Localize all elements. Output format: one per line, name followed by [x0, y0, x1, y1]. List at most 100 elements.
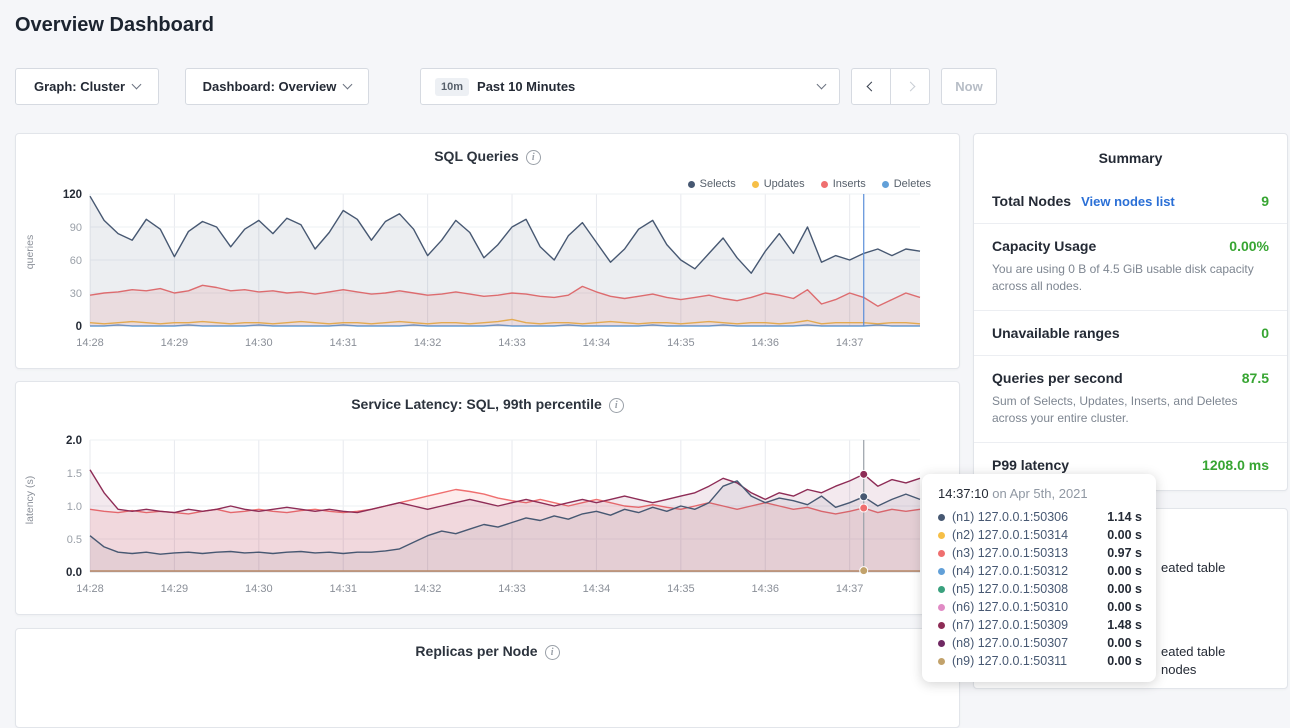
tooltip-node-row: (n1) 127.0.0.1:503061.14 s [938, 508, 1142, 526]
svg-text:2.0: 2.0 [66, 435, 82, 447]
node-dot-icon [938, 532, 945, 539]
tooltip-node-row: (n7) 127.0.0.1:50309 1.48 s [938, 616, 1142, 634]
chart-title: Replicas per Node i [16, 629, 959, 660]
svg-text:14:28: 14:28 [76, 337, 104, 349]
tooltip-node-row: (n4) 127.0.0.1:50312 0.00 s [938, 562, 1142, 580]
graph-dropdown-label: Graph: Cluster [34, 79, 125, 94]
svg-text:14:35: 14:35 [667, 337, 695, 349]
node-value: 0.00 s [1107, 582, 1142, 596]
node-dot-icon [938, 640, 945, 647]
sql-queries-chart[interactable]: 14:2814:2914:3014:3114:3214:3314:3414:35… [40, 184, 937, 360]
info-icon[interactable]: i [545, 645, 560, 660]
svg-text:14:32: 14:32 [414, 337, 442, 349]
tooltip-node-row: (n2) 127.0.0.1:503140.00 s [938, 526, 1142, 544]
chevron-down-icon [817, 80, 827, 90]
tooltip-time: 14:37:10 [938, 486, 989, 501]
node-label: (n8) 127.0.0.1:50307 [952, 636, 1068, 650]
time-back-button[interactable] [851, 68, 891, 105]
qps-subtext: Sum of Selects, Updates, Inserts, and De… [992, 393, 1269, 428]
svg-text:90: 90 [70, 222, 82, 234]
event-text-fragment: eated table [1161, 644, 1225, 659]
time-range-badge: 10m [435, 78, 469, 96]
svg-text:14:36: 14:36 [751, 583, 779, 595]
svg-text:14:30: 14:30 [245, 583, 273, 595]
node-label: (n6) 127.0.0.1:50310 [952, 600, 1068, 614]
service-latency-title: Service Latency: SQL, 99th percentile [351, 396, 602, 412]
info-icon[interactable]: i [526, 150, 541, 165]
node-value: 0.00 s [1107, 564, 1142, 578]
time-forward-button[interactable] [890, 68, 930, 105]
svg-text:14:33: 14:33 [498, 337, 526, 349]
sql-queries-title: SQL Queries [434, 148, 519, 164]
summary-panel: Summary Total Nodes View nodes list 9 Ca… [973, 133, 1288, 491]
graph-dropdown[interactable]: Graph: Cluster [15, 68, 159, 105]
unavailable-ranges-value: 0 [1261, 325, 1269, 341]
info-icon[interactable]: i [609, 398, 624, 413]
chart-tooltip: 14:37:10 on Apr 5th, 2021 (n1) 127.0.0.1… [922, 474, 1156, 682]
summary-row-total-nodes: Total Nodes View nodes list 9 [974, 179, 1287, 224]
time-range-label: Past 10 Minutes [477, 79, 575, 94]
svg-text:14:37: 14:37 [836, 583, 864, 595]
svg-text:14:35: 14:35 [667, 583, 695, 595]
replicas-title: Replicas per Node [415, 643, 537, 659]
node-value: 0.97 s [1107, 546, 1142, 560]
node-dot-icon [938, 604, 945, 611]
event-text-fragment: nodes [1161, 662, 1196, 677]
tooltip-date: on Apr 5th, 2021 [992, 486, 1087, 501]
capacity-subtext: You are using 0 B of 4.5 GiB usable disk… [992, 261, 1269, 296]
chart-title: Service Latency: SQL, 99th percentile i [16, 382, 959, 413]
svg-text:0.5: 0.5 [67, 534, 82, 546]
svg-text:60: 60 [70, 255, 82, 267]
svg-text:14:30: 14:30 [245, 337, 273, 349]
dashboard-dropdown[interactable]: Dashboard: Overview [185, 68, 369, 105]
tooltip-node-row: (n3) 127.0.0.1:50313 0.97 s [938, 544, 1142, 562]
svg-text:14:37: 14:37 [836, 337, 864, 349]
node-dot-icon [938, 586, 945, 593]
view-nodes-list-link[interactable]: View nodes list [1081, 194, 1175, 209]
summary-row-unavailable-ranges: Unavailable ranges 0 [974, 311, 1287, 356]
unavailable-ranges-label: Unavailable ranges [992, 325, 1120, 341]
node-dot-icon [938, 622, 945, 629]
node-dot-icon [938, 550, 945, 557]
svg-text:14:29: 14:29 [161, 337, 189, 349]
chart-title: SQL Queries i [16, 134, 959, 165]
node-label: (n5) 127.0.0.1:50308 [952, 582, 1068, 596]
node-value: 0.00 s [1107, 636, 1142, 650]
p99-latency-label: P99 latency [992, 457, 1069, 473]
capacity-label: Capacity Usage [992, 238, 1096, 254]
node-value: 0.00 s [1107, 654, 1142, 668]
svg-text:14:32: 14:32 [414, 583, 442, 595]
svg-text:14:29: 14:29 [161, 583, 189, 595]
time-range-dropdown[interactable]: 10m Past 10 Minutes [420, 68, 840, 105]
node-dot-icon [938, 658, 945, 665]
total-nodes-label: Total Nodes [992, 193, 1071, 209]
summary-title: Summary [974, 134, 1287, 179]
svg-text:14:33: 14:33 [498, 583, 526, 595]
node-value: 1.48 s [1107, 618, 1142, 632]
node-value: 1.14 s [1107, 510, 1142, 524]
tooltip-node-row: (n6) 127.0.0.1:50310 0.00 s [938, 598, 1142, 616]
now-button[interactable]: Now [941, 68, 997, 105]
svg-text:14:31: 14:31 [329, 583, 357, 595]
chevron-right-icon [905, 82, 915, 92]
svg-text:14:36: 14:36 [751, 337, 779, 349]
qps-value: 87.5 [1242, 370, 1269, 386]
capacity-value: 0.00% [1229, 238, 1269, 254]
node-label: (n2) 127.0.0.1:50314 [952, 528, 1068, 542]
event-text-fragment: eated table [1161, 560, 1225, 575]
node-label: (n4) 127.0.0.1:50312 [952, 564, 1068, 578]
tooltip-timestamp: 14:37:10 on Apr 5th, 2021 [938, 486, 1142, 501]
node-dot-icon [938, 568, 945, 575]
node-label: (n3) 127.0.0.1:50313 [952, 546, 1068, 560]
summary-row-capacity: Capacity Usage 0.00% You are using 0 B o… [974, 224, 1287, 311]
sql-queries-panel: SQL Queriesi Selects Updates Inserts Del… [15, 133, 960, 369]
svg-text:1.5: 1.5 [67, 468, 82, 480]
node-label: (n7) 127.0.0.1:50309 [952, 618, 1068, 632]
tooltip-node-row: (n5) 127.0.0.1:50308 0.00 s [938, 580, 1142, 598]
node-value: 0.00 s [1107, 600, 1142, 614]
service-latency-chart[interactable]: 14:2814:2914:3014:3114:3214:3314:3414:35… [40, 430, 937, 606]
node-dot-icon [938, 514, 945, 521]
qps-label: Queries per second [992, 370, 1123, 386]
p99-latency-value: 1208.0 ms [1202, 457, 1269, 473]
service-latency-panel: Service Latency: SQL, 99th percentilei l… [15, 381, 960, 615]
